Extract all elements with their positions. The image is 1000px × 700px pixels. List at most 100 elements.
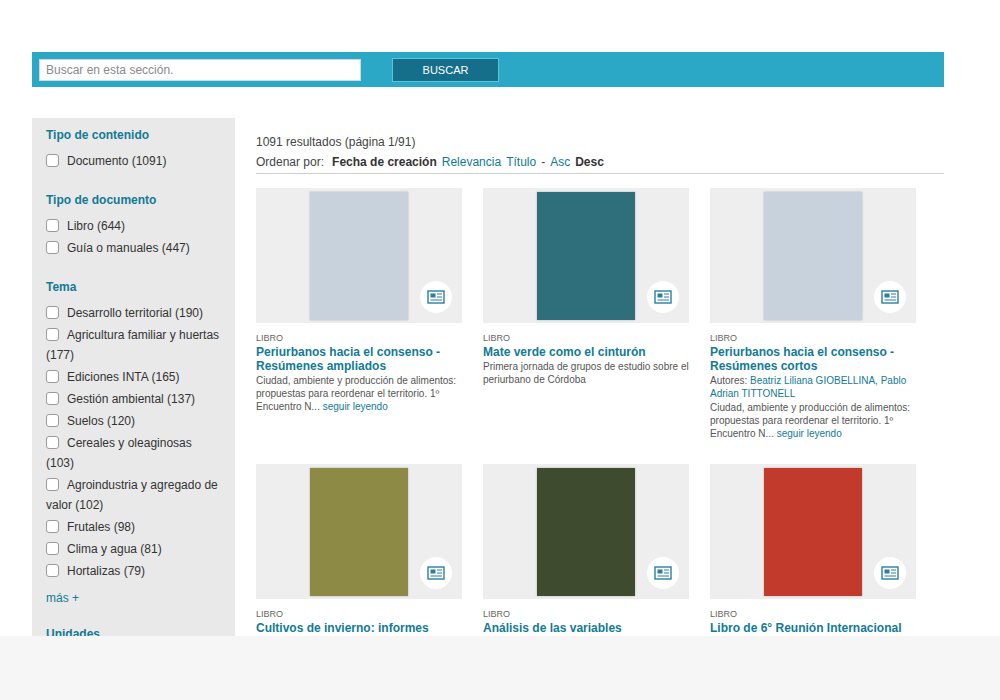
checkbox[interactable] [46,306,59,319]
card-description: Primera jornada de grupos de estudio sob… [483,360,689,386]
result-card: LIBRO Periurbanos hacia el consenso - Res… [710,188,916,440]
page: BUSCARTipo de contenidoDocumento (1091)T… [0,0,1000,700]
search-input[interactable] [39,59,361,81]
sort-order[interactable]: Desc [575,155,604,169]
book-cover [764,192,862,320]
document-icon [654,566,672,580]
card-thumbnail[interactable] [483,464,689,599]
filter-item[interactable]: Ediciones INTA (165) [46,367,223,387]
book-cover [537,468,635,596]
card-title[interactable]: Mate verde como el cinturón [483,345,689,359]
filter-group-title: Unidades [46,627,223,636]
card-thumbnail[interactable] [710,188,916,323]
filter-item[interactable]: Desarrollo territorial (190) [46,303,223,323]
checkbox[interactable] [46,564,59,577]
result-card: LIBRO Cultivos de invierno: informes técn… [256,464,462,636]
filter-item[interactable]: Documento (1091) [46,151,223,171]
document-badge [874,281,906,313]
read-more-link[interactable]: seguir leyendo [323,401,388,412]
document-badge [420,281,452,313]
filter-group-title: Tema [46,280,223,294]
card-thumbnail[interactable] [710,464,916,599]
card-thumbnail[interactable] [256,188,462,323]
card-type: LIBRO [710,609,916,619]
card-title[interactable]: Libro de 6° Reunión Internacional de Rie… [710,621,916,636]
results-grid: LIBRO Periurbanos hacia el consenso - Res… [256,188,944,636]
filter-item[interactable]: Libro (644) [46,216,223,236]
card-title[interactable]: Periurbanos hacia el consenso - Resúmene… [710,345,916,373]
card-title[interactable]: Cultivos de invierno: informes técnicos … [256,621,462,636]
content: BUSCARTipo de contenidoDocumento (1091)T… [0,0,1000,636]
filter-item[interactable]: Clima y agua (81) [46,539,223,559]
card-authors: Autores: Beatriz Liliana GIOBELLINA, Pab… [710,374,916,400]
result-card: LIBRO Periurbanos hacia el consenso - Res… [256,188,462,440]
document-badge [647,281,679,313]
result-card: LIBRO Mate verde como el cinturónPrimera … [483,188,689,440]
filter-group: Tipo de documento Libro (644)Guía o manua… [46,193,223,258]
checkbox[interactable] [46,520,59,533]
filter-group: Tipo de contenido Documento (1091) [46,128,223,171]
filter-group-title: Tipo de contenido [46,128,223,142]
sort-label: Ordenar por: [256,155,324,169]
filter-item[interactable]: Agroindustria y agregado de valor (102) [46,475,223,515]
document-icon [427,290,445,304]
checkbox[interactable] [46,478,59,491]
card-description: Ciudad, ambiente y producción de aliment… [256,374,462,413]
more-link[interactable]: más + [46,591,223,605]
checkbox[interactable] [46,392,59,405]
card-type: LIBRO [483,609,689,619]
result-card: LIBRO Libro de 6° Reunión Internacional d… [710,464,916,636]
filter-item[interactable]: Hortalizas (79) [46,561,223,581]
sort-order[interactable]: Asc [550,155,570,169]
book-cover [310,192,408,320]
card-type: LIBRO [256,609,462,619]
card-description: Ciudad, ambiente y producción de aliment… [710,401,916,440]
filter-item[interactable]: Cereales y oleaginosas (103) [46,433,223,473]
filter-item[interactable]: Guía o manuales (447) [46,238,223,258]
checkbox[interactable] [46,219,59,232]
checkbox[interactable] [46,436,59,449]
search-button[interactable]: BUSCAR [392,58,499,82]
sort-option[interactable]: Fecha de creación [332,155,437,169]
results: 1091 resultados (página 1/91) Ordenar por… [256,118,944,636]
document-icon [881,290,899,304]
document-icon [654,290,672,304]
checkbox[interactable] [46,370,59,383]
sort-option[interactable]: Título [506,155,536,169]
filter-group: Tema Desarrollo territorial (190)Agricult… [46,280,223,605]
checkbox[interactable] [46,241,59,254]
author-link[interactable]: Beatriz Liliana GIOBELLINA, [750,375,878,386]
checkbox[interactable] [46,542,59,555]
card-type: LIBRO [710,333,916,343]
result-card: LIBRO Análisis de las variables territori… [483,464,689,636]
filter-group: Unidades [46,627,223,636]
card-thumbnail[interactable] [483,188,689,323]
body: Tipo de contenidoDocumento (1091)Tipo de… [32,118,944,636]
sort-option[interactable]: Relevancia [442,155,501,169]
read-more-link[interactable]: seguir leyendo [777,428,842,439]
filter-group-title: Tipo de documento [46,193,223,207]
sort-bar: Ordenar por: Fecha de creación Relevancia T… [256,155,944,174]
document-badge [420,557,452,589]
card-title[interactable]: Análisis de las variables territoriales … [483,621,689,636]
results-summary: 1091 resultados (página 1/91) [256,135,944,149]
document-icon [427,566,445,580]
checkbox[interactable] [46,328,59,341]
filter-item[interactable]: Suelos (120) [46,411,223,431]
card-thumbnail[interactable] [256,464,462,599]
card-type: LIBRO [256,333,462,343]
page-bottom [0,636,1000,700]
sort-separator: - [541,155,545,169]
search-bar: BUSCAR [32,52,944,87]
document-badge [874,557,906,589]
checkbox[interactable] [46,154,59,167]
card-title[interactable]: Periurbanos hacia el consenso - Resúmene… [256,345,462,373]
book-cover [310,468,408,596]
filter-item[interactable]: Gestión ambiental (137) [46,389,223,409]
checkbox[interactable] [46,414,59,427]
book-cover [537,192,635,320]
filter-item[interactable]: Agricultura familiar y huertas (177) [46,325,223,365]
filter-sidebar: Tipo de contenidoDocumento (1091)Tipo de… [32,118,235,636]
filter-item[interactable]: Frutales (98) [46,517,223,537]
card-type: LIBRO [483,333,689,343]
